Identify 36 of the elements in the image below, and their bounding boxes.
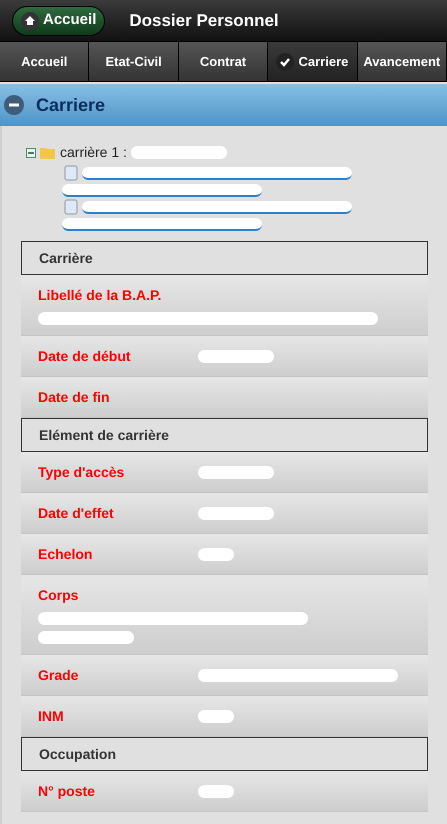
field-label: INM [38,706,65,726]
tree-node-label[interactable]: carrière 1 : [60,142,127,163]
collapse-icon[interactable] [26,148,36,158]
field-label: Date de début [38,346,132,366]
document-icon [64,199,78,215]
redacted-value[interactable] [62,184,262,197]
redacted-value [198,710,234,722]
redacted-value[interactable] [62,218,262,231]
check-icon [276,52,294,70]
field-label: Date d'effet [38,504,115,522]
document-icon [64,165,78,181]
field-label: N° poste [38,782,96,801]
redacted-value[interactable] [82,166,352,180]
section-header: Occupation [21,737,428,771]
section-header: Carrière [21,241,428,275]
field-label: Date de fin [38,388,111,406]
nav-tab[interactable]: Avancement [358,42,447,81]
nav-tab[interactable]: Accueil [0,42,90,81]
page-title: Dossier Personnel [129,10,279,32]
redacted-value [198,548,234,560]
minus-icon [4,95,24,115]
nav-tab[interactable]: Carriere [268,42,358,81]
folder-icon [40,146,56,159]
home-button[interactable]: Accueil [12,6,106,36]
field-label: Grade [38,666,80,684]
field-label: Libellé de la B.A.P. [38,286,162,305]
home-icon [21,12,39,30]
nav-tab[interactable]: Contrat [178,42,268,81]
field-label: Type d'accès [38,462,126,482]
field-label: Corps [38,586,80,605]
redacted-value [198,784,234,798]
section-header: Elément de carrière [21,418,428,452]
nav-tab[interactable]: Etat-Civil [89,42,179,81]
field-label: Echelon [38,544,94,564]
redacted-value[interactable] [82,200,352,214]
collapsible-header[interactable]: Carriere [0,84,447,126]
